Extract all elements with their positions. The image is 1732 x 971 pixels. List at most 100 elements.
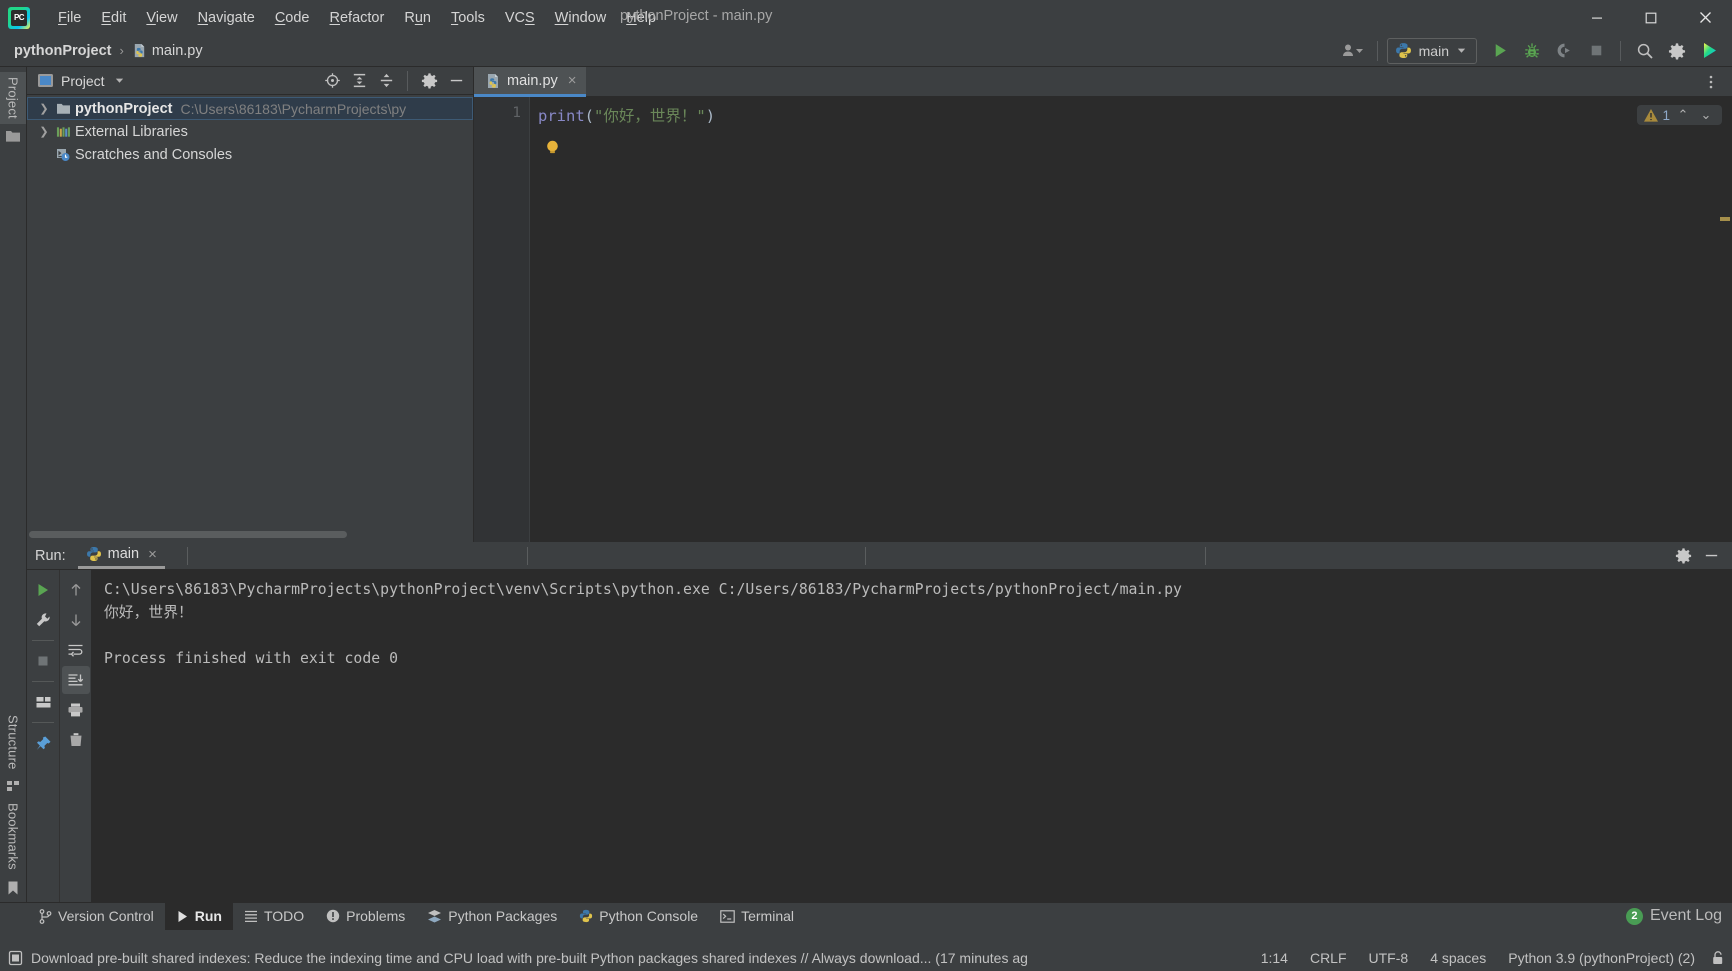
tree-node-pythonproject[interactable]: ❯ pythonProject C:\Users\86183\PycharmPr…: [27, 97, 473, 120]
scroll-to-end-button[interactable]: [61, 666, 90, 694]
stripe-folder-icon-wrap[interactable]: [0, 124, 26, 148]
run-button[interactable]: [1485, 37, 1515, 65]
warning-triangle-icon: [1644, 108, 1659, 122]
bottom-tab-version-control[interactable]: Version Control: [27, 903, 165, 930]
stop-process-button[interactable]: [29, 647, 57, 675]
user-profile-button[interactable]: [1338, 37, 1368, 65]
menu-tools[interactable]: Tools: [441, 6, 495, 30]
menu-edit[interactable]: Edit: [91, 6, 136, 30]
hide-panel-button[interactable]: [443, 69, 469, 93]
stripe-structure-icon-wrap[interactable]: [6, 774, 21, 798]
line-separator-widget[interactable]: CRLF: [1299, 947, 1358, 969]
indent-setting-widget[interactable]: 4 spaces: [1419, 947, 1497, 969]
error-stripe-marker[interactable]: [1720, 217, 1730, 221]
code-line-1[interactable]: print("你好，世界！"): [530, 105, 1732, 127]
event-log-label: Event Log: [1649, 907, 1722, 924]
stripe-bookmark-icon-wrap[interactable]: [6, 875, 20, 902]
soft-wrap-button[interactable]: [62, 636, 90, 664]
menu-navigate[interactable]: Navigate: [188, 6, 265, 30]
python-icon: [580, 909, 593, 923]
inspections-widget[interactable]: 1 ⌃ ⌄: [1637, 105, 1722, 125]
navigation-bar: pythonProject › main.py main: [0, 35, 1732, 67]
editor-tab-close-icon[interactable]: ×: [568, 72, 577, 89]
scrollbar-thumb[interactable]: [29, 531, 347, 538]
maximize-button[interactable]: [1624, 0, 1678, 35]
bottom-tab-run[interactable]: Run: [164, 902, 233, 930]
pycharm-logo-icon: [8, 6, 30, 29]
run-console-output[interactable]: C:\Users\86183\PycharmProjects\pythonPro…: [92, 570, 1732, 902]
coverage-button[interactable]: [1549, 37, 1579, 65]
status-bar: Download pre-built shared indexes: Reduc…: [0, 945, 1732, 971]
editor-more-options-button[interactable]: [1696, 68, 1726, 96]
run-settings-button[interactable]: [1670, 544, 1696, 568]
breadcrumb-project[interactable]: pythonProject: [14, 43, 111, 59]
editor-area: main.py × 1 print("你好，世界！") 1 ⌃ ⌄: [474, 67, 1732, 542]
expand-all-button[interactable]: [346, 69, 372, 93]
event-log-button[interactable]: 2 Event Log: [1625, 907, 1732, 925]
bottom-tab-todo[interactable]: TODO: [233, 903, 315, 930]
minimize-icon: [1592, 17, 1602, 19]
next-problem-button[interactable]: ⌄: [1696, 107, 1716, 123]
menu-code[interactable]: Code: [265, 6, 320, 30]
chevron-right-icon[interactable]: ❯: [35, 125, 53, 138]
code-content[interactable]: print("你好，世界！") 1 ⌃ ⌄: [530, 97, 1732, 542]
run-tab-main[interactable]: main ×: [77, 542, 165, 569]
stripe-item-project[interactable]: Project: [0, 72, 26, 124]
run-left-toolbar: [27, 570, 60, 902]
run-configuration-selector[interactable]: main: [1386, 37, 1477, 64]
file-encoding-widget[interactable]: UTF-8: [1358, 947, 1420, 969]
stripe-item-structure[interactable]: Structure: [6, 710, 21, 775]
stop-button[interactable]: [1581, 37, 1611, 65]
close-button[interactable]: [1678, 0, 1732, 35]
menu-run[interactable]: Run: [394, 6, 441, 30]
editor-tab-main-py[interactable]: main.py ×: [474, 67, 586, 97]
project-panel-horizontal-scrollbar[interactable]: [27, 530, 474, 538]
bottom-tab-problems[interactable]: Problems: [315, 903, 416, 930]
bottom-tab-terminal[interactable]: Terminal: [709, 903, 805, 930]
python-interpreter-widget[interactable]: Python 3.9 (pythonProject) (2): [1497, 947, 1706, 969]
updates-button[interactable]: [1694, 37, 1724, 65]
select-opened-file-button[interactable]: [319, 69, 345, 93]
code-editor[interactable]: 1 print("你好，世界！") 1 ⌃ ⌄: [474, 97, 1732, 542]
settings-button[interactable]: [1662, 37, 1692, 65]
bottom-tab-label: Terminal: [741, 908, 794, 924]
modify-run-config-button[interactable]: [29, 606, 57, 634]
status-message-area[interactable]: Download pre-built shared indexes: Reduc…: [8, 950, 1028, 966]
bottom-tab-python-console[interactable]: Python Console: [568, 903, 709, 930]
stripe-item-bookmarks[interactable]: Bookmarks: [6, 798, 21, 875]
toolbar-divider: [32, 681, 54, 682]
panel-options-button[interactable]: [416, 69, 442, 93]
caret-position-widget[interactable]: 1:14: [1250, 947, 1299, 969]
clear-all-button[interactable]: [62, 726, 90, 754]
editor-gutter[interactable]: 1: [474, 97, 530, 542]
down-stacktrace-button[interactable]: [62, 606, 90, 634]
hide-run-panel-button[interactable]: [1698, 544, 1724, 568]
menu-file[interactable]: File: [48, 6, 91, 30]
menu-view[interactable]: View: [136, 6, 187, 30]
run-tab-close-icon[interactable]: ×: [148, 546, 157, 563]
breadcrumb-file[interactable]: main.py: [132, 43, 203, 59]
collapse-all-button[interactable]: [373, 69, 399, 93]
lightbulb-icon[interactable]: [544, 139, 561, 156]
minimize-button[interactable]: [1570, 0, 1624, 35]
bottom-tab-python-packages[interactable]: Python Packages: [416, 903, 568, 930]
run-tool-window: Run: main × C:\Users\86183\PycharmProjec…: [27, 542, 1732, 902]
chevron-down-icon[interactable]: [114, 75, 125, 86]
previous-problem-button[interactable]: ⌃: [1673, 107, 1693, 123]
menu-vcs[interactable]: VCS: [495, 6, 545, 30]
up-stacktrace-button[interactable]: [62, 576, 90, 604]
tree-node-scratches[interactable]: Scratches and Consoles: [27, 143, 473, 166]
rerun-button[interactable]: [29, 576, 57, 604]
pin-tab-button[interactable]: [29, 729, 57, 757]
print-button[interactable]: [62, 696, 90, 724]
debug-button[interactable]: [1517, 37, 1547, 65]
tree-node-external-libraries[interactable]: ❯ External Libraries: [27, 120, 473, 143]
menu-window[interactable]: Window: [545, 6, 617, 30]
restore-layout-button[interactable]: [29, 688, 57, 716]
scroll-end-icon: [68, 673, 84, 685]
menu-refactor[interactable]: Refactor: [320, 6, 395, 30]
read-only-toggle-icon[interactable]: [1710, 950, 1726, 966]
gear-icon: [421, 73, 437, 89]
chevron-right-icon[interactable]: ❯: [35, 102, 53, 115]
search-everywhere-button[interactable]: [1630, 37, 1660, 65]
